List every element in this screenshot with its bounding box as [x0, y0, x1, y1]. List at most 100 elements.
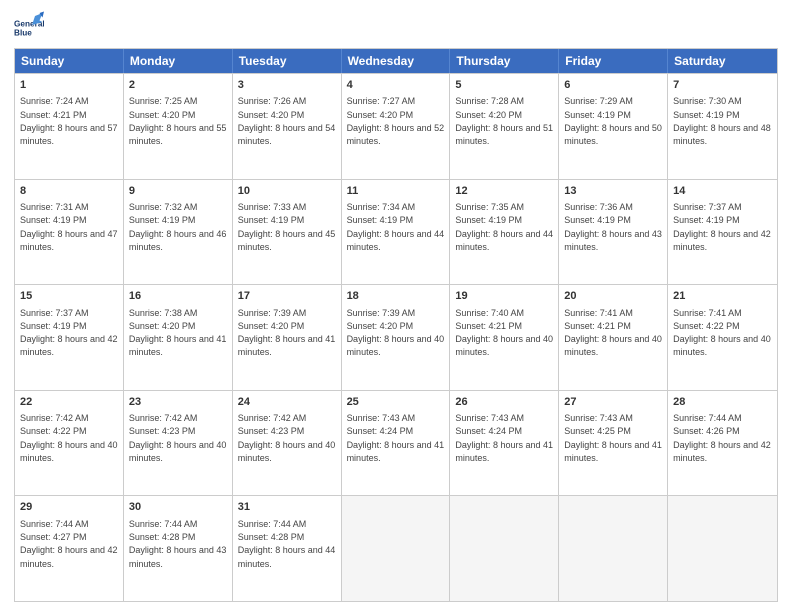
- calendar-week-row: 29 Sunrise: 7:44 AMSunset: 4:27 PMDayligh…: [15, 495, 777, 601]
- calendar-cell: 15 Sunrise: 7:37 AMSunset: 4:19 PMDayligh…: [15, 285, 124, 390]
- logo-icon: General Blue: [14, 10, 44, 40]
- day-number: 12: [455, 184, 553, 199]
- day-number: 25: [347, 395, 445, 410]
- cell-info: Sunrise: 7:43 AMSunset: 4:24 PMDaylight:…: [347, 413, 445, 463]
- calendar-cell: 5 Sunrise: 7:28 AMSunset: 4:20 PMDaylight…: [450, 74, 559, 179]
- cell-info: Sunrise: 7:44 AMSunset: 4:28 PMDaylight:…: [238, 519, 336, 569]
- calendar-header: SundayMondayTuesdayWednesdayThursdayFrid…: [15, 49, 777, 73]
- calendar-cell: 4Sunrise: 7:27 AMSunset: 4:20 PMDaylight…: [342, 74, 451, 179]
- weekday-header: Thursday: [450, 49, 559, 73]
- calendar-week-row: 15 Sunrise: 7:37 AMSunset: 4:19 PMDayligh…: [15, 284, 777, 390]
- day-number: 22: [20, 395, 118, 410]
- calendar-cell: 12 Sunrise: 7:35 AMSunset: 4:19 PMDayligh…: [450, 180, 559, 285]
- calendar-cell: 14 Sunrise: 7:37 AMSunset: 4:19 PMDayligh…: [668, 180, 777, 285]
- day-number: 15: [20, 289, 118, 304]
- day-number: 19: [455, 289, 553, 304]
- calendar-cell: [342, 496, 451, 601]
- calendar-cell: 1 Sunrise: 7:24 AMSunset: 4:21 PMDaylight…: [15, 74, 124, 179]
- cell-info: Sunrise: 7:37 AMSunset: 4:19 PMDaylight:…: [20, 308, 118, 358]
- day-number: 13: [564, 184, 662, 199]
- day-number: 24: [238, 395, 336, 410]
- day-number: 9: [129, 184, 227, 199]
- calendar-cell: 19 Sunrise: 7:40 AMSunset: 4:21 PMDayligh…: [450, 285, 559, 390]
- day-number: 17: [238, 289, 336, 304]
- weekday-header: Friday: [559, 49, 668, 73]
- calendar-cell: 17 Sunrise: 7:39 AMSunset: 4:20 PMDayligh…: [233, 285, 342, 390]
- weekday-header: Monday: [124, 49, 233, 73]
- calendar-cell: 16Sunrise: 7:38 AMSunset: 4:20 PMDayligh…: [124, 285, 233, 390]
- calendar-cell: 21Sunrise: 7:41 AMSunset: 4:22 PMDayligh…: [668, 285, 777, 390]
- calendar-cell: 23 Sunrise: 7:42 AMSunset: 4:23 PMDayligh…: [124, 391, 233, 496]
- cell-info: Sunrise: 7:36 AMSunset: 4:19 PMDaylight:…: [564, 202, 662, 252]
- calendar-body: 1 Sunrise: 7:24 AMSunset: 4:21 PMDaylight…: [15, 73, 777, 601]
- cell-info: Sunrise: 7:29 AMSunset: 4:19 PMDaylight:…: [564, 96, 662, 146]
- calendar-cell: 10 Sunrise: 7:33 AMSunset: 4:19 PMDayligh…: [233, 180, 342, 285]
- svg-text:Blue: Blue: [14, 29, 32, 38]
- cell-info: Sunrise: 7:42 AMSunset: 4:23 PMDaylight:…: [238, 413, 336, 463]
- calendar-cell: 20 Sunrise: 7:41 AMSunset: 4:21 PMDayligh…: [559, 285, 668, 390]
- cell-info: Sunrise: 7:43 AMSunset: 4:24 PMDaylight:…: [455, 413, 553, 463]
- weekday-header: Saturday: [668, 49, 777, 73]
- weekday-header: Sunday: [15, 49, 124, 73]
- cell-info: Sunrise: 7:28 AMSunset: 4:20 PMDaylight:…: [455, 96, 553, 146]
- day-number: 29: [20, 500, 118, 515]
- calendar-cell: 13 Sunrise: 7:36 AMSunset: 4:19 PMDayligh…: [559, 180, 668, 285]
- day-number: 11: [347, 184, 445, 199]
- day-number: 10: [238, 184, 336, 199]
- cell-info: Sunrise: 7:44 AMSunset: 4:28 PMDaylight:…: [129, 519, 227, 569]
- cell-info: Sunrise: 7:41 AMSunset: 4:22 PMDaylight:…: [673, 308, 771, 358]
- day-number: 23: [129, 395, 227, 410]
- cell-info: Sunrise: 7:40 AMSunset: 4:21 PMDaylight:…: [455, 308, 553, 358]
- cell-info: Sunrise: 7:43 AMSunset: 4:25 PMDaylight:…: [564, 413, 662, 463]
- cell-info: Sunrise: 7:39 AMSunset: 4:20 PMDaylight:…: [347, 308, 445, 358]
- cell-info: Sunrise: 7:42 AMSunset: 4:23 PMDaylight:…: [129, 413, 227, 463]
- calendar-cell: 18 Sunrise: 7:39 AMSunset: 4:20 PMDayligh…: [342, 285, 451, 390]
- day-number: 8: [20, 184, 118, 199]
- day-number: 20: [564, 289, 662, 304]
- cell-info: Sunrise: 7:44 AMSunset: 4:27 PMDaylight:…: [20, 519, 118, 569]
- calendar-cell: 24 Sunrise: 7:42 AMSunset: 4:23 PMDayligh…: [233, 391, 342, 496]
- cell-info: Sunrise: 7:35 AMSunset: 4:19 PMDaylight:…: [455, 202, 553, 252]
- day-number: 31: [238, 500, 336, 515]
- cell-info: Sunrise: 7:34 AMSunset: 4:19 PMDaylight:…: [347, 202, 445, 252]
- cell-info: Sunrise: 7:37 AMSunset: 4:19 PMDaylight:…: [673, 202, 771, 252]
- calendar-cell: 25 Sunrise: 7:43 AMSunset: 4:24 PMDayligh…: [342, 391, 451, 496]
- day-number: 18: [347, 289, 445, 304]
- logo: General Blue: [14, 10, 44, 40]
- weekday-header: Tuesday: [233, 49, 342, 73]
- day-number: 5: [455, 78, 553, 93]
- cell-info: Sunrise: 7:32 AMSunset: 4:19 PMDaylight:…: [129, 202, 227, 252]
- cell-info: Sunrise: 7:41 AMSunset: 4:21 PMDaylight:…: [564, 308, 662, 358]
- day-number: 2: [129, 78, 227, 93]
- day-number: 30: [129, 500, 227, 515]
- calendar-cell: 31 Sunrise: 7:44 AMSunset: 4:28 PMDayligh…: [233, 496, 342, 601]
- calendar-cell: 30 Sunrise: 7:44 AMSunset: 4:28 PMDayligh…: [124, 496, 233, 601]
- weekday-header: Wednesday: [342, 49, 451, 73]
- calendar-cell: 29 Sunrise: 7:44 AMSunset: 4:27 PMDayligh…: [15, 496, 124, 601]
- cell-info: Sunrise: 7:26 AMSunset: 4:20 PMDaylight:…: [238, 96, 336, 146]
- cell-info: Sunrise: 7:44 AMSunset: 4:26 PMDaylight:…: [673, 413, 771, 463]
- cell-info: Sunrise: 7:39 AMSunset: 4:20 PMDaylight:…: [238, 308, 336, 358]
- cell-info: Sunrise: 7:42 AMSunset: 4:22 PMDaylight:…: [20, 413, 118, 463]
- calendar-cell: 27Sunrise: 7:43 AMSunset: 4:25 PMDayligh…: [559, 391, 668, 496]
- calendar-cell: 9 Sunrise: 7:32 AMSunset: 4:19 PMDaylight…: [124, 180, 233, 285]
- calendar-cell: 22 Sunrise: 7:42 AMSunset: 4:22 PMDayligh…: [15, 391, 124, 496]
- day-number: 6: [564, 78, 662, 93]
- calendar-cell: 11 Sunrise: 7:34 AMSunset: 4:19 PMDayligh…: [342, 180, 451, 285]
- cell-info: Sunrise: 7:33 AMSunset: 4:19 PMDaylight:…: [238, 202, 336, 252]
- day-number: 1: [20, 78, 118, 93]
- cell-info: Sunrise: 7:38 AMSunset: 4:20 PMDaylight:…: [129, 308, 227, 358]
- day-number: 26: [455, 395, 553, 410]
- cell-info: Sunrise: 7:25 AMSunset: 4:20 PMDaylight:…: [129, 96, 227, 146]
- day-number: 28: [673, 395, 772, 410]
- calendar-week-row: 22 Sunrise: 7:42 AMSunset: 4:22 PMDayligh…: [15, 390, 777, 496]
- day-number: 14: [673, 184, 772, 199]
- calendar-cell: [668, 496, 777, 601]
- calendar-week-row: 1 Sunrise: 7:24 AMSunset: 4:21 PMDaylight…: [15, 73, 777, 179]
- cell-info: Sunrise: 7:24 AMSunset: 4:21 PMDaylight:…: [20, 96, 118, 146]
- calendar-cell: 7Sunrise: 7:30 AMSunset: 4:19 PMDaylight…: [668, 74, 777, 179]
- day-number: 4: [347, 78, 445, 93]
- calendar-cell: 28 Sunrise: 7:44 AMSunset: 4:26 PMDayligh…: [668, 391, 777, 496]
- day-number: 3: [238, 78, 336, 93]
- cell-info: Sunrise: 7:30 AMSunset: 4:19 PMDaylight:…: [673, 96, 771, 146]
